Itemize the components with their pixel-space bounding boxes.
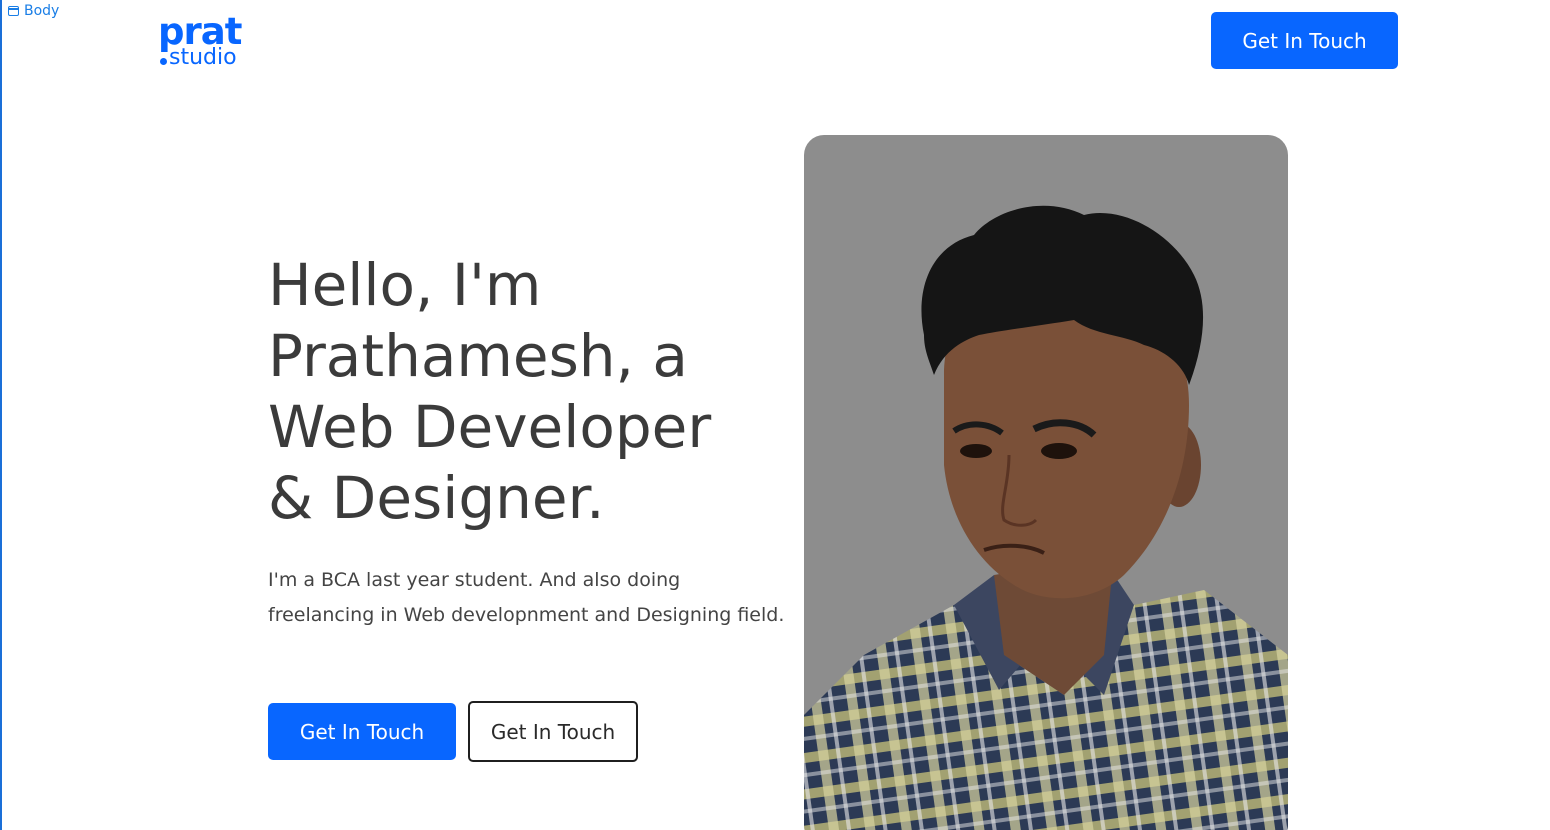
portrait-illustration — [804, 205, 1288, 830]
hero-heading: Hello, I'm Prathamesh, a Web Developer &… — [268, 250, 788, 534]
hero-heading-line: Web Developer — [268, 393, 712, 461]
hero-heading-line: Hello, I'm — [268, 251, 542, 319]
profile-photo — [804, 135, 1288, 830]
hero-subtext: I'm a BCA last year student. And also do… — [268, 569, 785, 626]
logo-wordmark-bottom: studio — [169, 45, 237, 70]
window-icon — [8, 6, 19, 16]
hero-get-in-touch-button[interactable]: Get In Touch — [268, 703, 456, 760]
editor-tag-label: Body — [24, 3, 60, 19]
hero-heading-line: & Designer. — [268, 464, 605, 532]
editor-element-tag[interactable]: Body — [8, 3, 59, 19]
hero-heading-line: Prathamesh, a — [268, 322, 688, 390]
site-logo[interactable]: prat studio — [158, 12, 258, 74]
hero-secondary-get-in-touch-button[interactable]: Get In Touch — [468, 701, 638, 762]
header-get-in-touch-button[interactable]: Get In Touch — [1211, 12, 1398, 69]
logo-dot — [160, 58, 167, 65]
page-body: Body prat studio Get In Touch Hello, I'm… — [0, 0, 1550, 830]
